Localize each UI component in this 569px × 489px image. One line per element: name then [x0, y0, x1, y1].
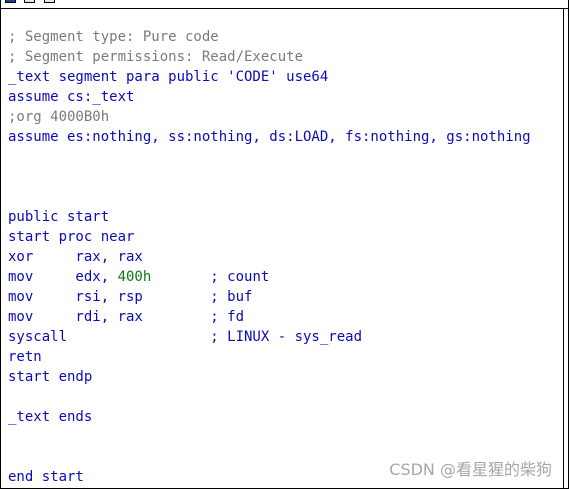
code-token: _text ends — [8, 409, 93, 425]
code-line[interactable]: start proc near — [8, 227, 531, 247]
code-line[interactable]: _text ends — [8, 407, 531, 427]
toolbar — [1, 0, 568, 9]
code-line[interactable]: mov edx, 400h ; count — [8, 267, 531, 287]
code-line[interactable]: ;org 4000B0h — [8, 107, 531, 127]
code-token: start proc near — [8, 229, 135, 245]
code-token: xor rax, rax — [8, 249, 143, 265]
code-token: _text segment para public 'CODE' use64 — [8, 69, 329, 85]
code-line[interactable]: xor rax, rax — [8, 247, 531, 267]
code-token: start endp — [8, 369, 93, 385]
code-token: public start — [8, 209, 110, 225]
code-token: retn — [8, 349, 42, 365]
code-line[interactable]: mov rdi, rax ; fd — [8, 307, 531, 327]
code-line[interactable]: retn — [8, 347, 531, 367]
code-token: ; Segment permissions: Read/Execute — [8, 49, 304, 65]
code-token: mov rdi, rax ; fd — [8, 309, 245, 325]
code-token: 400h — [117, 269, 152, 285]
code-token: ; count — [151, 269, 270, 285]
code-line[interactable]: _text segment para public 'CODE' use64 — [8, 67, 531, 87]
code-line[interactable] — [8, 387, 531, 407]
code-line[interactable]: assume es:nothing, ss:nothing, ds:LOAD, … — [8, 127, 531, 147]
code-token: mov edx, — [8, 269, 118, 285]
watermark: CSDN @看星猩的柴狗 — [389, 460, 552, 479]
toolbar-icon-1[interactable] — [5, 0, 16, 3]
code-line[interactable]: ; Segment permissions: Read/Execute — [8, 47, 531, 67]
code-line[interactable]: syscall ; LINUX - sys_read — [8, 327, 531, 347]
code-line[interactable]: public start — [8, 207, 531, 227]
disassembly-listing[interactable]: ; Segment type: Pure code ; Segment permi… — [8, 27, 531, 487]
disassembly-window: ; Segment type: Pure code ; Segment permi… — [0, 0, 569, 489]
code-line[interactable]: mov rsi, rsp ; buf — [8, 287, 531, 307]
code-token: assume cs:_text — [8, 89, 135, 105]
code-line[interactable] — [8, 147, 531, 167]
toolbar-icon-2[interactable] — [24, 0, 35, 3]
code-line[interactable] — [8, 187, 531, 207]
code-token: assume es:nothing, ss:nothing, ds:LOAD, … — [8, 129, 531, 145]
code-token: mov rsi, rsp ; buf — [8, 289, 253, 305]
code-token: ; Segment type: Pure code — [8, 29, 219, 45]
code-line[interactable]: start endp — [8, 367, 531, 387]
toolbar-icon-3[interactable] — [44, 0, 55, 3]
code-token: ;org 4000B0h — [8, 109, 110, 125]
code-line[interactable]: assume cs:_text — [8, 87, 531, 107]
code-token: syscall ; LINUX - sys_read — [8, 329, 363, 345]
code-line[interactable] — [8, 167, 531, 187]
code-line[interactable] — [8, 427, 531, 447]
code-token: end start — [8, 469, 84, 485]
code-line[interactable]: ; Segment type: Pure code — [8, 27, 531, 47]
vertical-scrollbar[interactable] — [563, 9, 568, 488]
